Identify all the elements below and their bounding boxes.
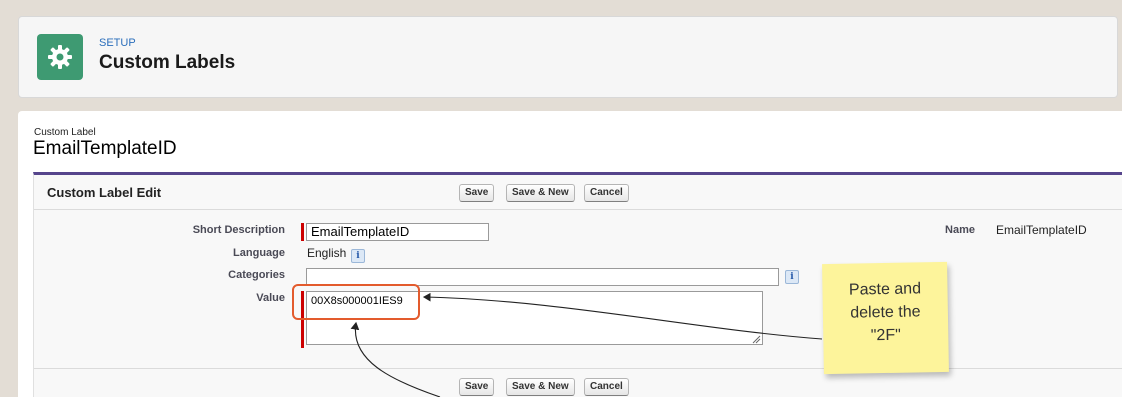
arrow-from-below: [350, 321, 441, 397]
annotation-arrows: [350, 292, 823, 397]
arrow-to-value: [422, 292, 823, 340]
